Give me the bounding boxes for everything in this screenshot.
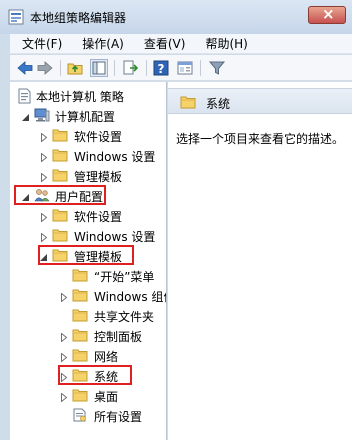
highlight-admin-templates (38, 245, 134, 265)
folder-icon (52, 168, 68, 182)
all-settings-icon (72, 408, 88, 422)
expand-arrow-icon[interactable] (40, 171, 48, 183)
window-frame-left (0, 34, 10, 440)
show-hide-tree-icon[interactable] (90, 59, 108, 77)
highlight-system (58, 365, 132, 385)
folder-icon (180, 95, 196, 109)
details-header: 系统 (168, 88, 352, 114)
menu-bar: 文件(F) 操作(A) 查看(V) 帮助(H) (10, 34, 352, 54)
expand-arrow-icon[interactable] (60, 351, 68, 363)
up-folder-icon[interactable] (66, 59, 84, 77)
details-title: 系统 (206, 97, 231, 111)
policy-document-icon (16, 88, 32, 104)
menu-action[interactable]: 操作(A) (72, 35, 134, 52)
menu-view[interactable]: 查看(V) (134, 35, 196, 52)
expand-arrow-icon[interactable] (40, 231, 48, 243)
folder-icon (72, 268, 88, 282)
window-title: 本地组策略编辑器 (30, 11, 127, 25)
folder-icon (52, 208, 68, 222)
details-description: 选择一个项目来查看它的描述。 (176, 132, 345, 146)
highlight-user-config (14, 185, 106, 205)
toolbar: ? (10, 55, 352, 81)
expand-arrow-icon[interactable] (60, 331, 68, 343)
back-icon[interactable] (16, 59, 34, 77)
toolbar-separator (146, 60, 147, 76)
title-bar[interactable]: 本地组策略编辑器 (0, 0, 352, 34)
close-button[interactable] (308, 5, 346, 24)
menu-help[interactable]: 帮助(H) (195, 35, 257, 52)
folder-icon (52, 148, 68, 162)
policy-tree[interactable]: 本地计算机 策略 计算机配置 软件设置 Windows 设置 管理模板 用户配置… (10, 82, 167, 440)
toolbar-separator (200, 60, 201, 76)
forward-icon[interactable] (36, 59, 54, 77)
computer-icon (34, 108, 50, 122)
folder-icon (52, 228, 68, 242)
toolbar-separator (60, 60, 61, 76)
expand-arrow-icon[interactable] (40, 131, 48, 143)
expand-arrow-icon[interactable] (60, 291, 68, 303)
filter-icon[interactable] (208, 59, 226, 77)
expand-arrow-icon[interactable] (40, 151, 48, 163)
properties-icon[interactable] (176, 59, 194, 77)
collapse-arrow-icon[interactable] (22, 111, 30, 121)
expand-arrow-icon[interactable] (40, 211, 48, 223)
svg-text:?: ? (158, 62, 165, 76)
help-icon[interactable]: ? (152, 59, 170, 77)
details-pane[interactable]: 系统 选择一个项目来查看它的描述。 (168, 82, 352, 440)
toolbar-separator (114, 60, 115, 76)
folder-icon (72, 288, 88, 302)
menu-file[interactable]: 文件(F) (10, 35, 72, 52)
export-list-icon[interactable] (121, 59, 139, 77)
folder-icon (72, 308, 88, 322)
folder-icon (72, 388, 88, 402)
expand-arrow-icon[interactable] (60, 391, 68, 403)
folder-icon (72, 348, 88, 362)
group-policy-icon (8, 9, 24, 25)
folder-icon (72, 328, 88, 342)
folder-icon (52, 128, 68, 142)
